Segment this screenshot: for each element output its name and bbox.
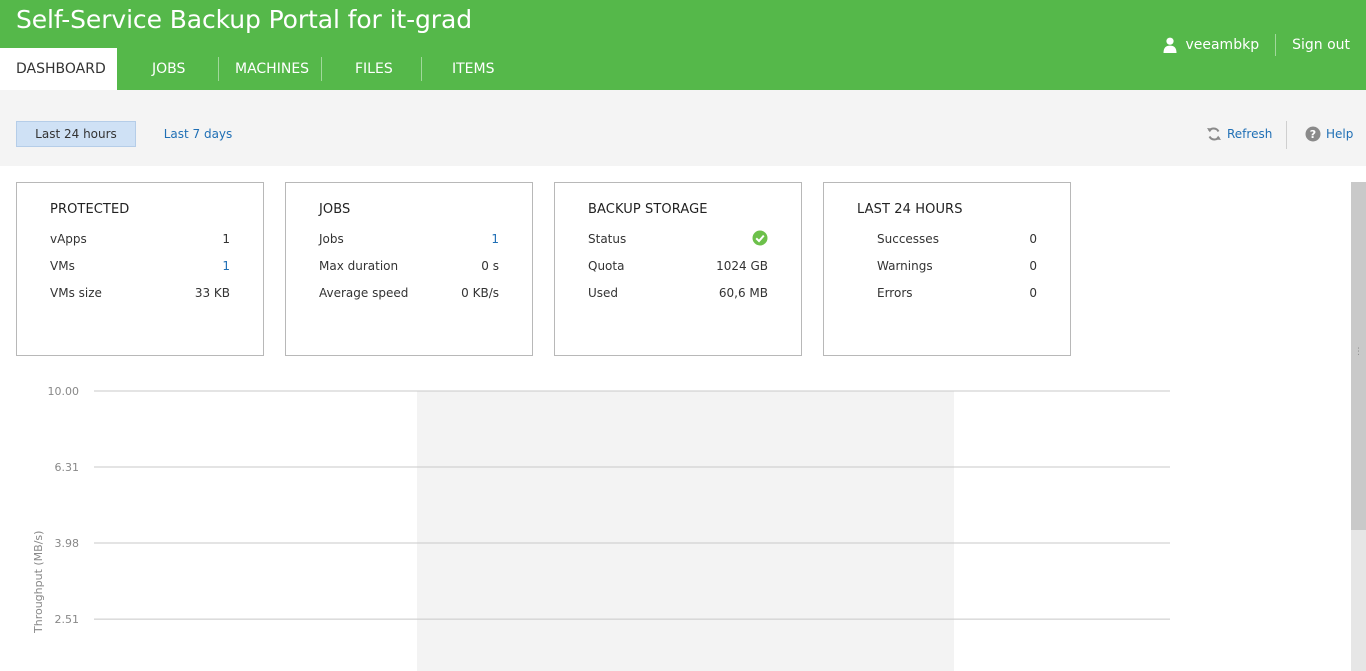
- protected-card: PROTECTED vApps 1 VMs 1 VMs size 33 KB: [16, 182, 264, 356]
- toolbar-divider: [1286, 121, 1287, 149]
- tab-items[interactable]: ITEMS: [422, 48, 512, 90]
- tab-label: ITEMS: [452, 61, 495, 77]
- refresh-icon: [1207, 127, 1221, 141]
- stat-row: Status: [588, 230, 768, 248]
- stat-value: 1: [222, 232, 230, 246]
- tab-machines[interactable]: MACHINES: [219, 48, 322, 90]
- jobs-count-link[interactable]: 1: [491, 232, 499, 246]
- jobs-card: JOBS Jobs 1 Max duration 0 s Average spe…: [285, 182, 533, 356]
- throughput-chart: 10.00 6.31 3.98 2.51 Throughput (MB/s): [32, 385, 1170, 671]
- refresh-label: Refresh: [1227, 127, 1273, 141]
- card-title: PROTECTED: [50, 202, 130, 217]
- chart-highlight-band: [417, 391, 954, 671]
- last-24-hours-card: LAST 24 HOURS Successes 0 Warnings 0 Err…: [823, 182, 1071, 356]
- dashboard-toolbar: Last 24 hours Last 7 days Refresh ? Help: [0, 90, 1366, 166]
- scrollbar-grip-icon: ⋮⋮: [1354, 347, 1366, 357]
- stat-value: 0 s: [481, 259, 499, 273]
- tab-files[interactable]: FILES: [322, 48, 422, 90]
- stat-label: Successes: [877, 232, 939, 246]
- backup-storage-card: BACKUP STORAGE Status Quota 1024 GB Used…: [554, 182, 802, 356]
- y-tick-label: 2.51: [55, 613, 80, 626]
- stat-value: 60,6 MB: [718, 286, 768, 300]
- user-name[interactable]: veeambkp: [1185, 37, 1259, 53]
- user-divider: [1275, 34, 1277, 56]
- stat-row: Successes 0: [857, 232, 1037, 248]
- stat-label: Errors: [877, 286, 913, 300]
- stat-label: VMs size: [50, 286, 102, 300]
- stat-row: Errors 0: [857, 286, 1037, 302]
- stat-label: vApps: [50, 232, 87, 246]
- stat-row: Warnings 0: [857, 259, 1037, 275]
- y-axis-label: Throughput (MB/s): [32, 531, 45, 634]
- stat-label: Max duration: [319, 259, 399, 273]
- stat-row: vApps 1: [50, 232, 230, 248]
- stat-label: Status: [588, 232, 627, 246]
- stat-value: 33 KB: [194, 286, 230, 300]
- card-title: BACKUP STORAGE: [588, 202, 708, 217]
- app-header: Self-Service Backup Portal for it-grad v…: [0, 0, 1366, 90]
- last-24-hours-button[interactable]: Last 24 hours: [16, 121, 136, 147]
- stat-value: 0: [1029, 232, 1037, 246]
- tab-label: FILES: [355, 61, 393, 77]
- app-title: Self-Service Backup Portal for it-grad: [16, 5, 472, 34]
- stat-label: Used: [588, 286, 619, 300]
- stat-row: Used 60,6 MB: [588, 286, 768, 302]
- stat-row: Quota 1024 GB: [588, 259, 768, 275]
- y-tick-label: 6.31: [55, 461, 80, 474]
- stat-label: Jobs: [319, 232, 344, 246]
- status-ok-icon: [752, 230, 768, 246]
- help-icon: ?: [1305, 126, 1321, 142]
- stat-row: VMs size 33 KB: [50, 286, 230, 302]
- svg-text:?: ?: [1310, 128, 1316, 141]
- vms-count-link[interactable]: 1: [222, 259, 230, 273]
- tab-label: DASHBOARD: [16, 61, 106, 77]
- stat-label: Average speed: [319, 286, 409, 300]
- y-tick-label: 10.00: [48, 385, 80, 398]
- stat-label: Warnings: [877, 259, 933, 273]
- last-7-days-button[interactable]: Last 7 days: [158, 121, 238, 147]
- user-icon: [1163, 37, 1177, 53]
- main-nav: DASHBOARD JOBS MACHINES FILES ITEMS: [0, 48, 512, 90]
- card-title: JOBS: [319, 202, 351, 217]
- tab-jobs[interactable]: JOBS: [117, 48, 219, 90]
- stat-row: Average speed 0 KB/s: [319, 286, 499, 302]
- refresh-button[interactable]: Refresh: [1206, 126, 1272, 142]
- card-title: LAST 24 HOURS: [857, 202, 963, 217]
- tab-label: JOBS: [152, 61, 186, 77]
- stat-value: 1024 GB: [716, 259, 768, 273]
- user-area: veeambkp Sign out: [1163, 34, 1350, 56]
- help-button[interactable]: ? Help: [1305, 126, 1353, 142]
- stat-row: VMs 1: [50, 259, 230, 275]
- tab-dashboard[interactable]: DASHBOARD: [0, 48, 117, 90]
- stat-value: 0: [1029, 286, 1037, 300]
- sign-out-link[interactable]: Sign out: [1292, 37, 1350, 53]
- stat-label: Quota: [588, 259, 625, 273]
- stat-row: Max duration 0 s: [319, 259, 499, 275]
- stat-row: Jobs 1: [319, 232, 499, 248]
- stat-label: VMs: [50, 259, 75, 273]
- tab-label: MACHINES: [235, 61, 310, 77]
- stat-value: 0 KB/s: [461, 286, 499, 300]
- help-label: Help: [1326, 127, 1354, 141]
- stat-value: 0: [1029, 259, 1037, 273]
- y-tick-label: 3.98: [55, 537, 80, 550]
